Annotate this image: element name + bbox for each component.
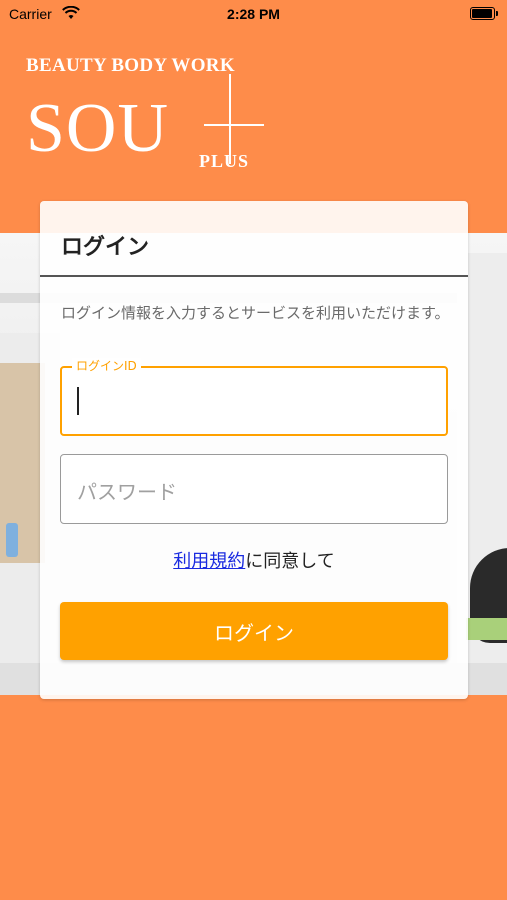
status-time: 2:28 PM <box>227 6 280 22</box>
login-description: ログイン情報を入力するとサービスを利用いただけます。 <box>61 304 450 322</box>
terms-agreement: 利用規約に同意して <box>40 547 468 573</box>
password-placeholder: パスワード <box>77 480 177 504</box>
password-input[interactable]: パスワード <box>60 454 448 524</box>
login-id-label: ログインID <box>72 358 141 374</box>
title-divider <box>40 275 468 277</box>
logo-plus-text: PLUS <box>199 151 250 171</box>
text-caret <box>77 387 79 415</box>
brand-logo: BEAUTY BODY WORK SOU PLUS <box>26 55 264 171</box>
logo-wordmark: SOU <box>26 90 170 167</box>
battery-icon <box>470 7 498 20</box>
login-id-input[interactable]: ログインID <box>60 358 448 436</box>
terms-suffix: に同意して <box>245 551 335 572</box>
login-button[interactable]: ログイン <box>60 602 448 660</box>
terms-link[interactable]: 利用規約 <box>173 551 245 572</box>
status-bar: Carrier 2:28 PM <box>0 0 507 30</box>
login-card: ログイン ログイン情報を入力するとサービスを利用いただけます。 ログインID パ… <box>40 201 468 699</box>
page-title: ログイン <box>61 235 150 260</box>
